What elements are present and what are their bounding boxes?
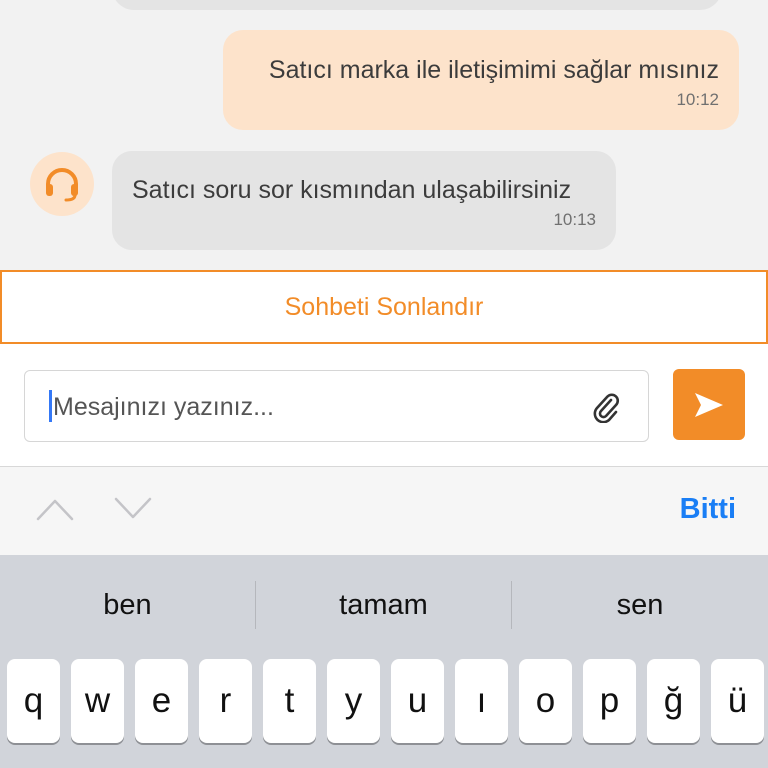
message-time: 10:13 bbox=[553, 210, 596, 229]
message-time: 10:12 bbox=[676, 90, 719, 109]
key[interactable]: o bbox=[519, 659, 572, 743]
message-input[interactable] bbox=[53, 385, 593, 429]
chat-area: Satıcı marka ile iletişimimi sağlar mısı… bbox=[0, 0, 768, 270]
message-outgoing: Satıcı marka ile iletişimimi sağlar mısı… bbox=[223, 30, 739, 130]
key[interactable]: ı bbox=[455, 659, 508, 743]
keyboard-toolbar: Bitti bbox=[0, 467, 768, 555]
on-screen-keyboard: ben tamam sen q w e r t y u ı o p ğ ü bbox=[0, 555, 768, 768]
chevron-up-icon[interactable] bbox=[36, 497, 74, 521]
key-row: q w e r t y u ı o p ğ ü bbox=[0, 659, 768, 768]
suggestion-bar: ben tamam sen bbox=[0, 555, 768, 655]
key[interactable]: r bbox=[199, 659, 252, 743]
key[interactable]: p bbox=[583, 659, 636, 743]
key[interactable]: y bbox=[327, 659, 380, 743]
key[interactable]: ü bbox=[711, 659, 764, 743]
done-button[interactable]: Bitti bbox=[680, 493, 736, 526]
headset-icon bbox=[46, 168, 78, 202]
text-caret bbox=[49, 390, 52, 422]
send-button[interactable] bbox=[673, 369, 745, 440]
key[interactable]: e bbox=[135, 659, 188, 743]
agent-avatar bbox=[30, 152, 94, 216]
chevron-down-icon[interactable] bbox=[114, 497, 152, 521]
key[interactable]: q bbox=[7, 659, 60, 743]
end-chat-button[interactable]: Sohbeti Sonlandır bbox=[0, 270, 768, 344]
key[interactable]: u bbox=[391, 659, 444, 743]
send-icon bbox=[695, 392, 723, 417]
message-input-box[interactable] bbox=[24, 370, 649, 442]
suggestion-item[interactable]: sen bbox=[512, 555, 768, 655]
message-composer bbox=[0, 344, 768, 467]
paperclip-icon[interactable] bbox=[590, 391, 622, 423]
key[interactable]: w bbox=[71, 659, 124, 743]
suggestion-item[interactable]: tamam bbox=[256, 555, 511, 655]
key[interactable]: ğ bbox=[647, 659, 700, 743]
key[interactable]: t bbox=[263, 659, 316, 743]
message-text: Satıcı soru sor kısmından ulaşabilirsini… bbox=[132, 176, 572, 204]
suggestion-item[interactable]: ben bbox=[0, 555, 255, 655]
end-chat-label: Sohbeti Sonlandır bbox=[284, 292, 484, 321]
previous-message-bubble bbox=[112, 0, 722, 10]
message-incoming: Satıcı soru sor kısmından ulaşabilirsini… bbox=[112, 151, 616, 250]
message-text: Satıcı marka ile iletişimimi sağlar mısı… bbox=[268, 56, 719, 84]
